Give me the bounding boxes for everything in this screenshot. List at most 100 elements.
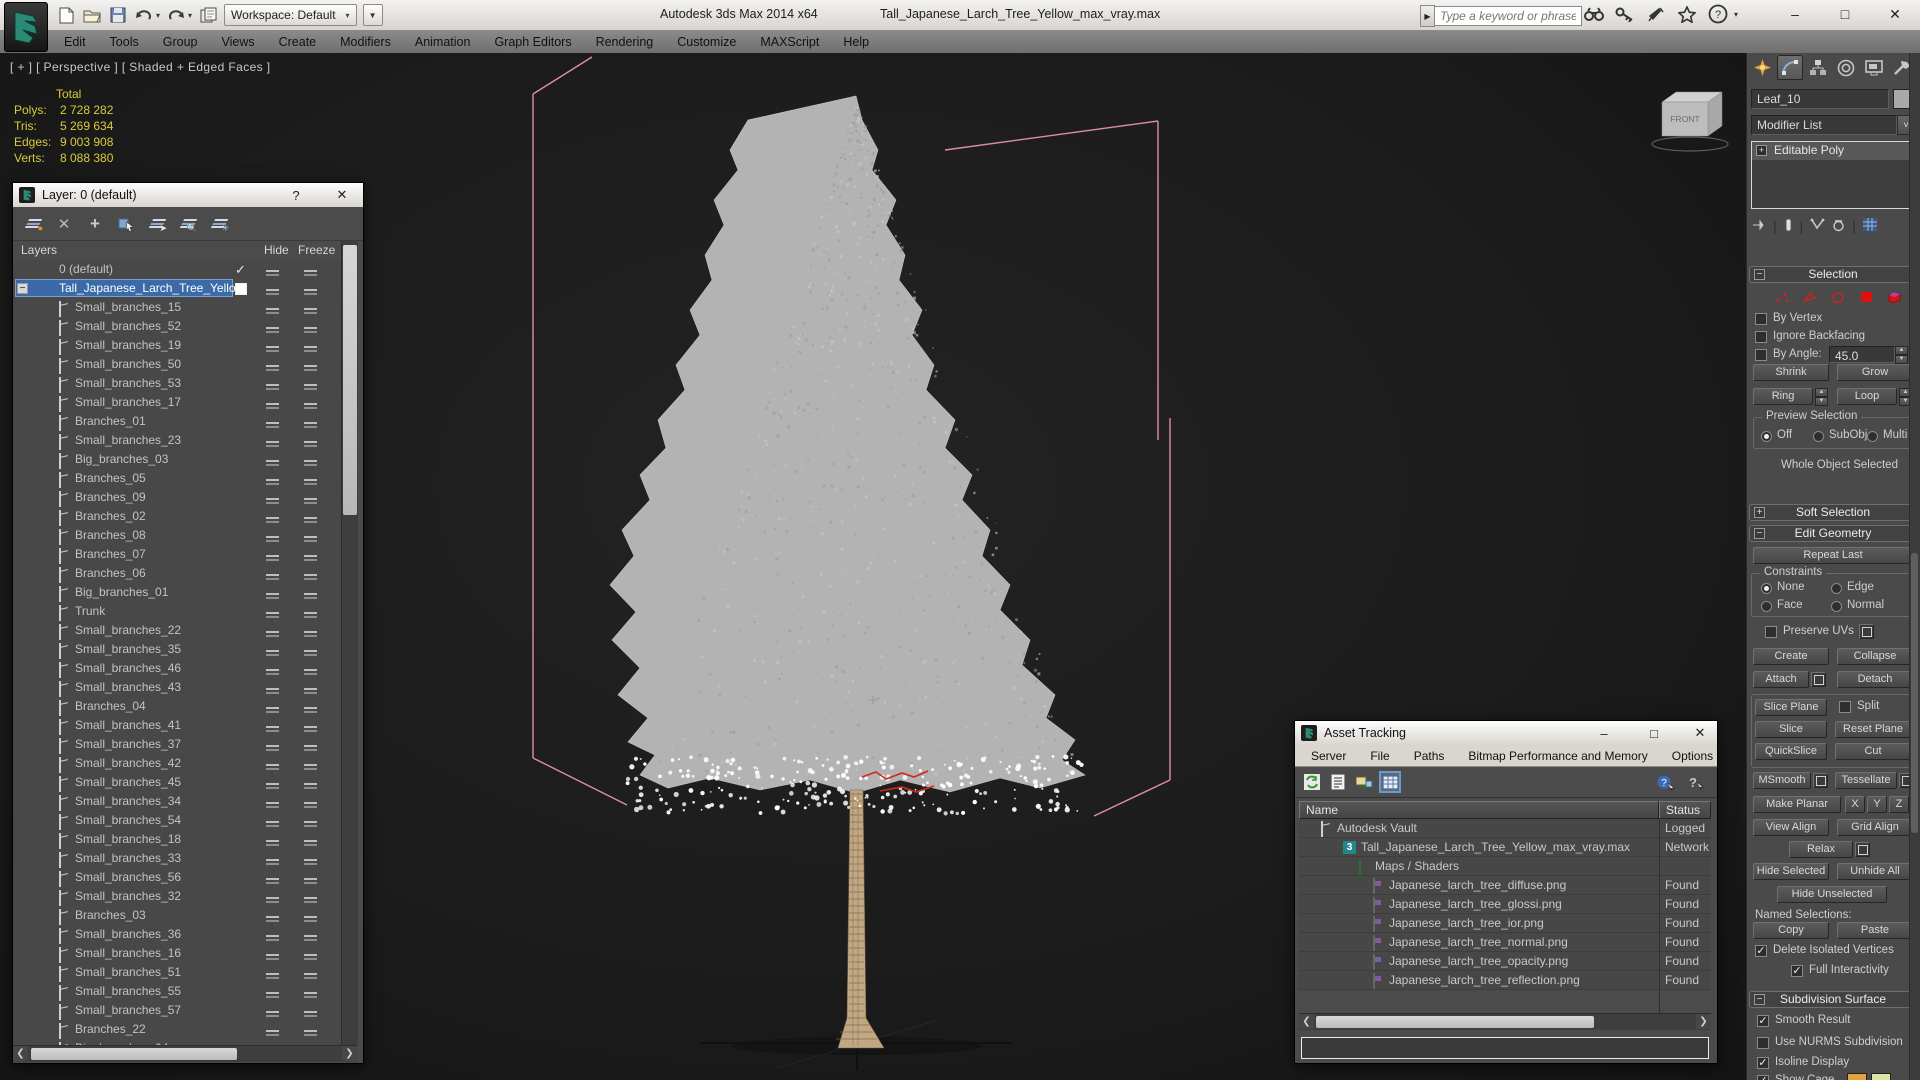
- scroll-left-icon[interactable]: ❮: [13, 1046, 28, 1061]
- hide-toggle[interactable]: [266, 456, 279, 470]
- layer-dialog-close-button[interactable]: ✕: [331, 186, 353, 204]
- layer-name[interactable]: Small_branches_50: [75, 357, 181, 371]
- layer-name[interactable]: Big_branches_01: [75, 585, 168, 599]
- freeze-toggle[interactable]: [304, 323, 317, 337]
- hide-toggle[interactable]: [266, 608, 279, 622]
- layer-row[interactable]: − Small_branches_56: [13, 868, 341, 887]
- layer-row[interactable]: − Branches_02: [13, 507, 341, 526]
- hide-toggle[interactable]: [266, 836, 279, 850]
- layer-name[interactable]: Branches_07: [75, 547, 146, 561]
- layer-row[interactable]: − Small_branches_18: [13, 830, 341, 849]
- asset-row[interactable]: Japanese_larch_tree_reflection.png Found: [1299, 971, 1711, 990]
- layer-row[interactable]: − Big_branches_01: [13, 583, 341, 602]
- layer-name[interactable]: Small_branches_42: [75, 756, 181, 770]
- layer-row[interactable]: − Small_branches_23: [13, 431, 341, 450]
- freeze-toggle[interactable]: [304, 1026, 317, 1040]
- tab-create[interactable]: [1749, 55, 1775, 80]
- layer-name[interactable]: Small_branches_22: [75, 623, 181, 637]
- planar-x-button[interactable]: X: [1845, 796, 1865, 813]
- collapse-icon[interactable]: −: [1754, 528, 1765, 539]
- current-layer-mark[interactable]: [235, 566, 249, 580]
- modifier-list-dropdown[interactable]: Modifier List: [1751, 115, 1897, 135]
- hide-toggle[interactable]: [266, 684, 279, 698]
- current-layer-mark[interactable]: [235, 908, 249, 922]
- hide-toggle[interactable]: [266, 988, 279, 1002]
- hide-toggle[interactable]: [266, 513, 279, 527]
- layer-name[interactable]: Small_branches_55: [75, 984, 181, 998]
- layer-name[interactable]: Branches_01: [75, 414, 146, 428]
- hide-toggle[interactable]: [266, 703, 279, 717]
- freeze-toggle[interactable]: [304, 950, 317, 964]
- loop-button[interactable]: Loop: [1837, 388, 1897, 405]
- current-layer-mark[interactable]: [235, 927, 249, 941]
- hide-toggle[interactable]: [266, 532, 279, 546]
- help-dropdown-icon[interactable]: ▾: [1734, 10, 1738, 19]
- scroll-right-icon[interactable]: ❯: [342, 1046, 357, 1061]
- hide-toggle[interactable]: [266, 665, 279, 679]
- make-unique-icon[interactable]: [1810, 218, 1825, 234]
- redo-icon[interactable]: [166, 5, 186, 25]
- current-layer-mark[interactable]: [235, 509, 249, 523]
- freeze-toggle[interactable]: [304, 437, 317, 451]
- tab-modify[interactable]: [1777, 55, 1803, 80]
- slice-plane-button[interactable]: Slice Plane: [1755, 699, 1827, 716]
- freeze-toggle[interactable]: [304, 741, 317, 755]
- layer-name[interactable]: Small_branches_57: [75, 1003, 181, 1017]
- layer-row[interactable]: − Branches_07: [13, 545, 341, 564]
- expand-toggle-icon[interactable]: −: [17, 283, 28, 294]
- rollout-subdivision-surface[interactable]: − Subdivision Surface: [1749, 991, 1917, 1008]
- asset-name[interactable]: Japanese_larch_tree_glossi.png: [1389, 897, 1562, 911]
- hide-toggle[interactable]: [266, 646, 279, 660]
- layer-name[interactable]: Branches_04: [75, 699, 146, 713]
- current-layer-mark[interactable]: [235, 661, 249, 675]
- help-icon[interactable]: ?: [1707, 3, 1729, 25]
- preserve-uvs-checkbox[interactable]: [1765, 626, 1777, 638]
- asset-horizontal-scrollbar[interactable]: ❮ ❯: [1299, 1013, 1711, 1030]
- menu-item[interactable]: Customize: [665, 35, 748, 49]
- layer-name[interactable]: Small_branches_16: [75, 946, 181, 960]
- polygon-mode-icon[interactable]: [1857, 289, 1875, 305]
- hide-toggle[interactable]: [266, 798, 279, 812]
- undo-icon[interactable]: [134, 5, 154, 25]
- freeze-toggle[interactable]: [304, 399, 317, 413]
- hide-toggle[interactable]: [266, 893, 279, 907]
- layer-name[interactable]: Small_branches_23: [75, 433, 181, 447]
- layer-row[interactable]: − Small_branches_16: [13, 944, 341, 963]
- make-planar-button[interactable]: Make Planar: [1753, 796, 1841, 813]
- hide-toggle[interactable]: [266, 722, 279, 736]
- current-layer-mark[interactable]: [235, 357, 249, 371]
- current-layer-mark[interactable]: [235, 395, 249, 409]
- scroll-right-icon[interactable]: ❯: [1696, 1014, 1711, 1029]
- remove-modifier-icon[interactable]: [1832, 218, 1845, 235]
- undo-dropdown-icon[interactable]: ▾: [156, 11, 160, 20]
- asset-row[interactable]: Japanese_larch_tree_opacity.png Found: [1299, 952, 1711, 971]
- show-cage-checkbox[interactable]: ✓: [1757, 1075, 1769, 1080]
- preview-off-radio[interactable]: [1761, 431, 1772, 442]
- relax-button[interactable]: Relax: [1789, 841, 1853, 858]
- close-button[interactable]: ✕: [1878, 2, 1912, 26]
- preview-subobj-radio[interactable]: [1813, 431, 1824, 442]
- layer-row[interactable]: − 0 (default): [13, 260, 341, 279]
- minimize-button[interactable]: –: [1778, 2, 1812, 26]
- layer-row[interactable]: − Small_branches_33: [13, 849, 341, 868]
- tab-display[interactable]: [1861, 55, 1887, 80]
- viewport-label[interactable]: [ + ] [ Perspective ] [ Shaded + Edged F…: [10, 60, 271, 74]
- menu-item[interactable]: MAXScript: [748, 35, 831, 49]
- project-folder-icon[interactable]: [198, 5, 218, 25]
- freeze-toggle[interactable]: [304, 456, 317, 470]
- asset-maximize-button[interactable]: □: [1643, 724, 1665, 742]
- freeze-toggle[interactable]: [304, 646, 317, 660]
- hide-toggle[interactable]: [266, 361, 279, 375]
- freeze-toggle[interactable]: [304, 969, 317, 983]
- layer-row[interactable]: − Small_branches_43: [13, 678, 341, 697]
- workspace-selector[interactable]: Workspace: Default ▾: [224, 4, 357, 26]
- freeze-toggle[interactable]: [304, 817, 317, 831]
- layer-row[interactable]: − Small_branches_37: [13, 735, 341, 754]
- layer-properties-icon[interactable]: ✳: [209, 215, 229, 233]
- layer-name[interactable]: Tall_Japanese_Larch_Tree_Yellow: [59, 281, 244, 295]
- by-angle-value-field[interactable]: 45.0: [1829, 346, 1895, 363]
- hide-toggle[interactable]: [266, 855, 279, 869]
- detach-button[interactable]: Detach: [1837, 671, 1913, 688]
- asset-name[interactable]: Tall_Japanese_Larch_Tree_Yellow_max_vray…: [1361, 840, 1630, 854]
- current-layer-mark[interactable]: [235, 851, 249, 865]
